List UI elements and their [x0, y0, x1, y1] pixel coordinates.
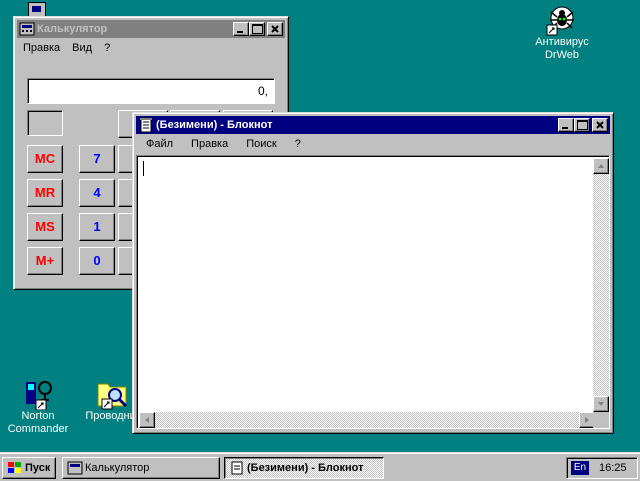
notepad-maximize-button[interactable] — [574, 118, 590, 132]
notepad-menu-edit[interactable]: Правка — [179, 135, 234, 153]
clock[interactable]: 16:25 — [599, 460, 627, 476]
notepad-close-button[interactable] — [592, 118, 608, 132]
calculator-ms-button[interactable]: MS — [27, 213, 63, 241]
windows-logo-icon — [8, 462, 21, 473]
taskbar-calculator-label: Калькулятор — [85, 462, 150, 474]
desktop-icon-drweb[interactable]: Антивирус DrWeb — [525, 4, 599, 62]
close-icon — [271, 25, 279, 33]
arrow-up-icon — [598, 164, 604, 168]
notepad-text-area[interactable] — [136, 155, 610, 429]
arrow-right-icon — [585, 417, 589, 423]
minimize-icon — [237, 31, 243, 33]
scroll-down-button[interactable] — [593, 396, 609, 412]
system-tray: En 16:25 — [566, 457, 638, 479]
notepad-menu-search[interactable]: Поиск — [234, 135, 282, 153]
calculator-maximize-button[interactable] — [249, 22, 265, 36]
notepad-title: (Безимени) - Блокнот — [156, 119, 273, 131]
calculator-display-value: 0, — [257, 84, 268, 98]
language-indicator[interactable]: En — [571, 461, 589, 475]
explorer-folder-icon — [97, 383, 128, 410]
norton-commander-icon — [26, 381, 52, 410]
calculator-menu-view[interactable]: Вид — [66, 39, 98, 57]
calculator-titlebar[interactable]: Калькулятор — [17, 20, 285, 38]
desktop-icon-norton-commander[interactable]: Norton Commander — [2, 378, 74, 436]
arrow-left-icon — [145, 417, 149, 423]
calculator-menu-help[interactable]: ? — [98, 39, 116, 57]
notepad-menu-file[interactable]: Файл — [136, 135, 179, 153]
norton-label-line2: Commander — [7, 423, 69, 435]
notepad-menubar: Файл Правка Поиск ? — [136, 135, 610, 153]
calculator-mc-button[interactable]: MC — [27, 145, 63, 173]
scroll-left-button[interactable] — [139, 412, 155, 428]
drweb-label-line2: DrWeb — [544, 49, 580, 61]
text-cursor — [143, 161, 144, 176]
notepad-app-icon — [140, 117, 152, 133]
maximize-icon — [577, 120, 588, 130]
taskbar: Пуск Калькулятор (Безимени) - Блокнот En… — [0, 452, 640, 481]
calculator-0-button[interactable]: 0 — [79, 247, 115, 275]
notepad-titlebar[interactable]: (Безимени) - Блокнот — [136, 116, 610, 134]
calculator-app-icon — [19, 22, 35, 36]
calculator-1-button[interactable]: 1 — [79, 213, 115, 241]
taskbar-button-notepad[interactable]: (Безимени) - Блокнот — [224, 457, 384, 479]
notepad-app-icon — [231, 461, 243, 475]
drweb-label-line1: Антивирус — [535, 36, 589, 48]
scroll-up-button[interactable] — [593, 158, 609, 174]
calculator-close-button[interactable] — [267, 22, 283, 36]
start-label: Пуск — [25, 462, 51, 474]
start-button[interactable]: Пуск — [2, 457, 56, 479]
calculator-app-icon — [67, 461, 83, 475]
calculator-menu-edit[interactable]: Правка — [17, 39, 66, 57]
notepad-horizontal-scrollbar[interactable] — [139, 412, 595, 428]
notepad-minimize-button[interactable] — [558, 118, 574, 132]
calculator-7-button[interactable]: 7 — [79, 145, 115, 173]
calculator-title: Калькулятор — [37, 23, 108, 35]
close-icon — [596, 121, 604, 129]
minimize-icon — [562, 127, 568, 129]
calculator-4-button[interactable]: 4 — [79, 179, 115, 207]
calculator-menubar: Правка Вид ? — [17, 39, 285, 57]
taskbar-button-calculator[interactable]: Калькулятор — [62, 457, 220, 479]
calculator-memory-indicator — [27, 110, 63, 136]
calculator-mplus-button[interactable]: M+ — [27, 247, 63, 275]
arrow-down-icon — [598, 402, 604, 406]
maximize-icon — [252, 24, 263, 34]
scrollbar-corner — [593, 412, 609, 428]
taskbar-notepad-label: (Безимени) - Блокнот — [247, 462, 364, 474]
notepad-menu-help[interactable]: ? — [283, 135, 307, 153]
notepad-window[interactable]: (Безимени) - Блокнот Файл Правка Поиск ? — [132, 112, 614, 434]
norton-label-line1: Norton — [21, 410, 55, 422]
notepad-vertical-scrollbar[interactable] — [593, 158, 609, 412]
drweb-spider-icon — [546, 6, 574, 36]
calculator-minimize-button[interactable] — [233, 22, 249, 36]
calculator-display: 0, — [27, 78, 275, 104]
calculator-mr-button[interactable]: MR — [27, 179, 63, 207]
